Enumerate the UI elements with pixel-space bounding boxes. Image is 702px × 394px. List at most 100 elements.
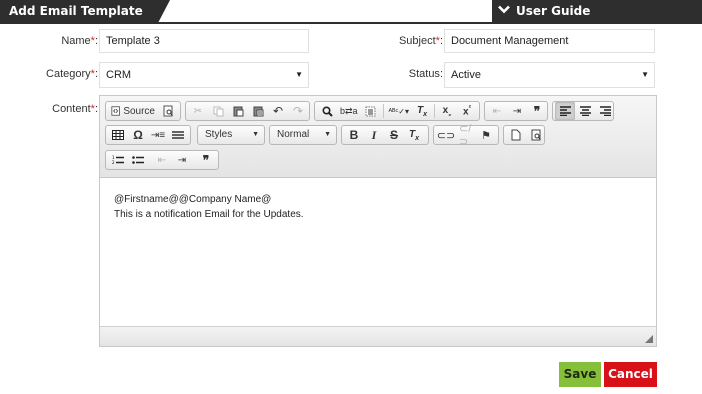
bulleted-list-button[interactable] (128, 151, 148, 169)
align-right-button[interactable] (595, 102, 615, 120)
page-header: Add Email Template User Guide (0, 0, 702, 24)
undo-button[interactable]: ↶ (268, 102, 288, 120)
copy-icon (213, 106, 223, 116)
clear-format-icon: Tx (408, 128, 419, 142)
paste-button[interactable] (228, 102, 248, 120)
cancel-button[interactable]: Cancel (604, 362, 657, 387)
special-char-button[interactable]: Ω (128, 126, 148, 144)
user-guide-label: User Guide (516, 4, 591, 18)
bold-icon: B (349, 128, 359, 142)
template-preview-button[interactable] (526, 126, 546, 144)
table-button[interactable] (108, 126, 128, 144)
align-left-icon (559, 106, 571, 116)
spellcheck-icon: ᴬᴮᶜ✓▾ (388, 106, 410, 116)
insert-group: Ω ⇥≡ (105, 125, 191, 145)
name-input[interactable]: Template 3 (99, 29, 309, 53)
styles-dropdown[interactable]: Styles ▼ (197, 125, 265, 145)
spellcheck-button[interactable]: ᴬᴮᶜ✓▾ (386, 102, 412, 120)
indent-icon: ⇥ (177, 154, 187, 166)
list-indent-icon: ⇥≡ (150, 129, 166, 141)
subject-input[interactable]: Document Management (444, 29, 655, 53)
user-guide-toggle[interactable]: User Guide (492, 0, 702, 23)
select-all-button[interactable] (361, 102, 381, 120)
numbered-list-icon: 12 (112, 155, 124, 165)
indent-button[interactable]: ⇥ (507, 102, 527, 120)
paste-text-button[interactable] (248, 102, 268, 120)
source-label: Source (123, 105, 155, 117)
list-indent-button[interactable]: ⇥ (172, 151, 192, 169)
search-icon (321, 105, 333, 117)
link-button[interactable]: ⊂⊃ (436, 126, 456, 144)
blockquote-button[interactable]: ❞ (527, 102, 547, 120)
outdent-icon: ⇤ (157, 154, 167, 166)
remove-format-button[interactable]: Tx (412, 102, 432, 120)
replace-button[interactable]: b⇄a (337, 102, 361, 120)
italic-icon: I (371, 127, 377, 142)
strike-button[interactable]: S (384, 126, 404, 144)
subscript-button[interactable]: x₂ (437, 102, 457, 120)
category-select[interactable]: CRM ▼ (99, 62, 309, 88)
unlink-button[interactable]: ⊂/⊃ (456, 123, 476, 148)
format-dropdown[interactable]: Normal ▼ (269, 125, 337, 145)
horizontal-rule-button[interactable] (168, 126, 188, 144)
cut-button[interactable]: ✂ (188, 102, 208, 120)
anchor-button[interactable]: ⚑ (476, 126, 496, 144)
source-group: Source (105, 101, 181, 121)
link-group: ⊂⊃ ⊂/⊃ ⚑ (433, 123, 499, 148)
outdent-button[interactable]: ⇤ (487, 102, 507, 120)
document-group (503, 125, 545, 145)
omega-icon: Ω (133, 128, 143, 142)
preview-icon (163, 105, 173, 117)
list-group: 12 ⇤ ⇥ ❞ (105, 150, 219, 170)
superscript-button[interactable]: x² (457, 102, 477, 120)
source-button[interactable]: Source (108, 102, 158, 120)
subscript-icon: x₂ (442, 104, 452, 118)
find-button[interactable] (317, 102, 337, 120)
align-left-button[interactable] (555, 102, 575, 120)
undo-icon: ↶ (272, 104, 284, 118)
name-label: Name*: (61, 35, 98, 47)
text-style-group: B I S Tx (341, 125, 429, 145)
editor-status-bar (100, 326, 656, 346)
editor-content-area[interactable]: @Firstname@@Company Name@ This is a noti… (114, 192, 304, 222)
category-label: Category*: (46, 68, 98, 80)
superscript-icon: x² (463, 104, 471, 118)
styles-label: Styles (205, 129, 233, 140)
redo-button[interactable]: ↷ (288, 102, 308, 120)
clear-format-button[interactable]: Tx (404, 126, 424, 144)
unlink-icon: ⊂/⊃ (459, 123, 472, 148)
bold-button[interactable]: B (344, 126, 364, 144)
category-selected-value: CRM (106, 69, 132, 81)
strike-icon: S (389, 128, 398, 142)
italic-button[interactable]: I (364, 126, 384, 144)
bulleted-list-icon (132, 156, 144, 164)
numbered-list-button[interactable]: 12 (108, 151, 128, 169)
format-label: Normal (277, 129, 310, 140)
align-center-button[interactable] (575, 102, 595, 120)
list-outdent-button[interactable]: ⇤ (152, 151, 172, 169)
content-line: This is a notification Email for the Upd… (114, 209, 304, 220)
dropdown-caret-icon: ▼ (324, 131, 331, 138)
content-label: Content*: (52, 103, 98, 115)
save-button[interactable]: Save (559, 362, 601, 387)
editor-toolbar: Source ✂ ↶ ↷ b⇄a ᴬᴮᶜ✓▾ Tx x₂ x² ⇤ ⇥ ❞ Ω … (100, 96, 656, 178)
preview-button[interactable] (158, 102, 178, 120)
toolbar-separator (382, 104, 384, 118)
resize-handle-icon[interactable] (645, 335, 653, 343)
toolbar-separator (434, 104, 435, 118)
align-center-icon (579, 106, 591, 116)
status-selected-value: Active (451, 69, 481, 81)
status-select[interactable]: Active ▼ (444, 62, 655, 88)
table-icon (112, 130, 124, 140)
chevron-down-icon (498, 0, 510, 22)
insert-list-indent-button[interactable]: ⇥≡ (148, 126, 168, 144)
align-right-icon (599, 106, 611, 116)
link-icon: ⊂⊃ (436, 129, 456, 142)
quote-icon: ❞ (202, 153, 210, 167)
clipboard-group: ✂ ↶ ↷ (185, 101, 310, 121)
copy-button[interactable] (208, 102, 228, 120)
new-page-button[interactable] (506, 126, 526, 144)
select-all-icon (365, 106, 376, 116)
list-blockquote-button[interactable]: ❞ (196, 151, 216, 169)
block-group: ⇤ ⇥ ❞ (484, 101, 548, 121)
